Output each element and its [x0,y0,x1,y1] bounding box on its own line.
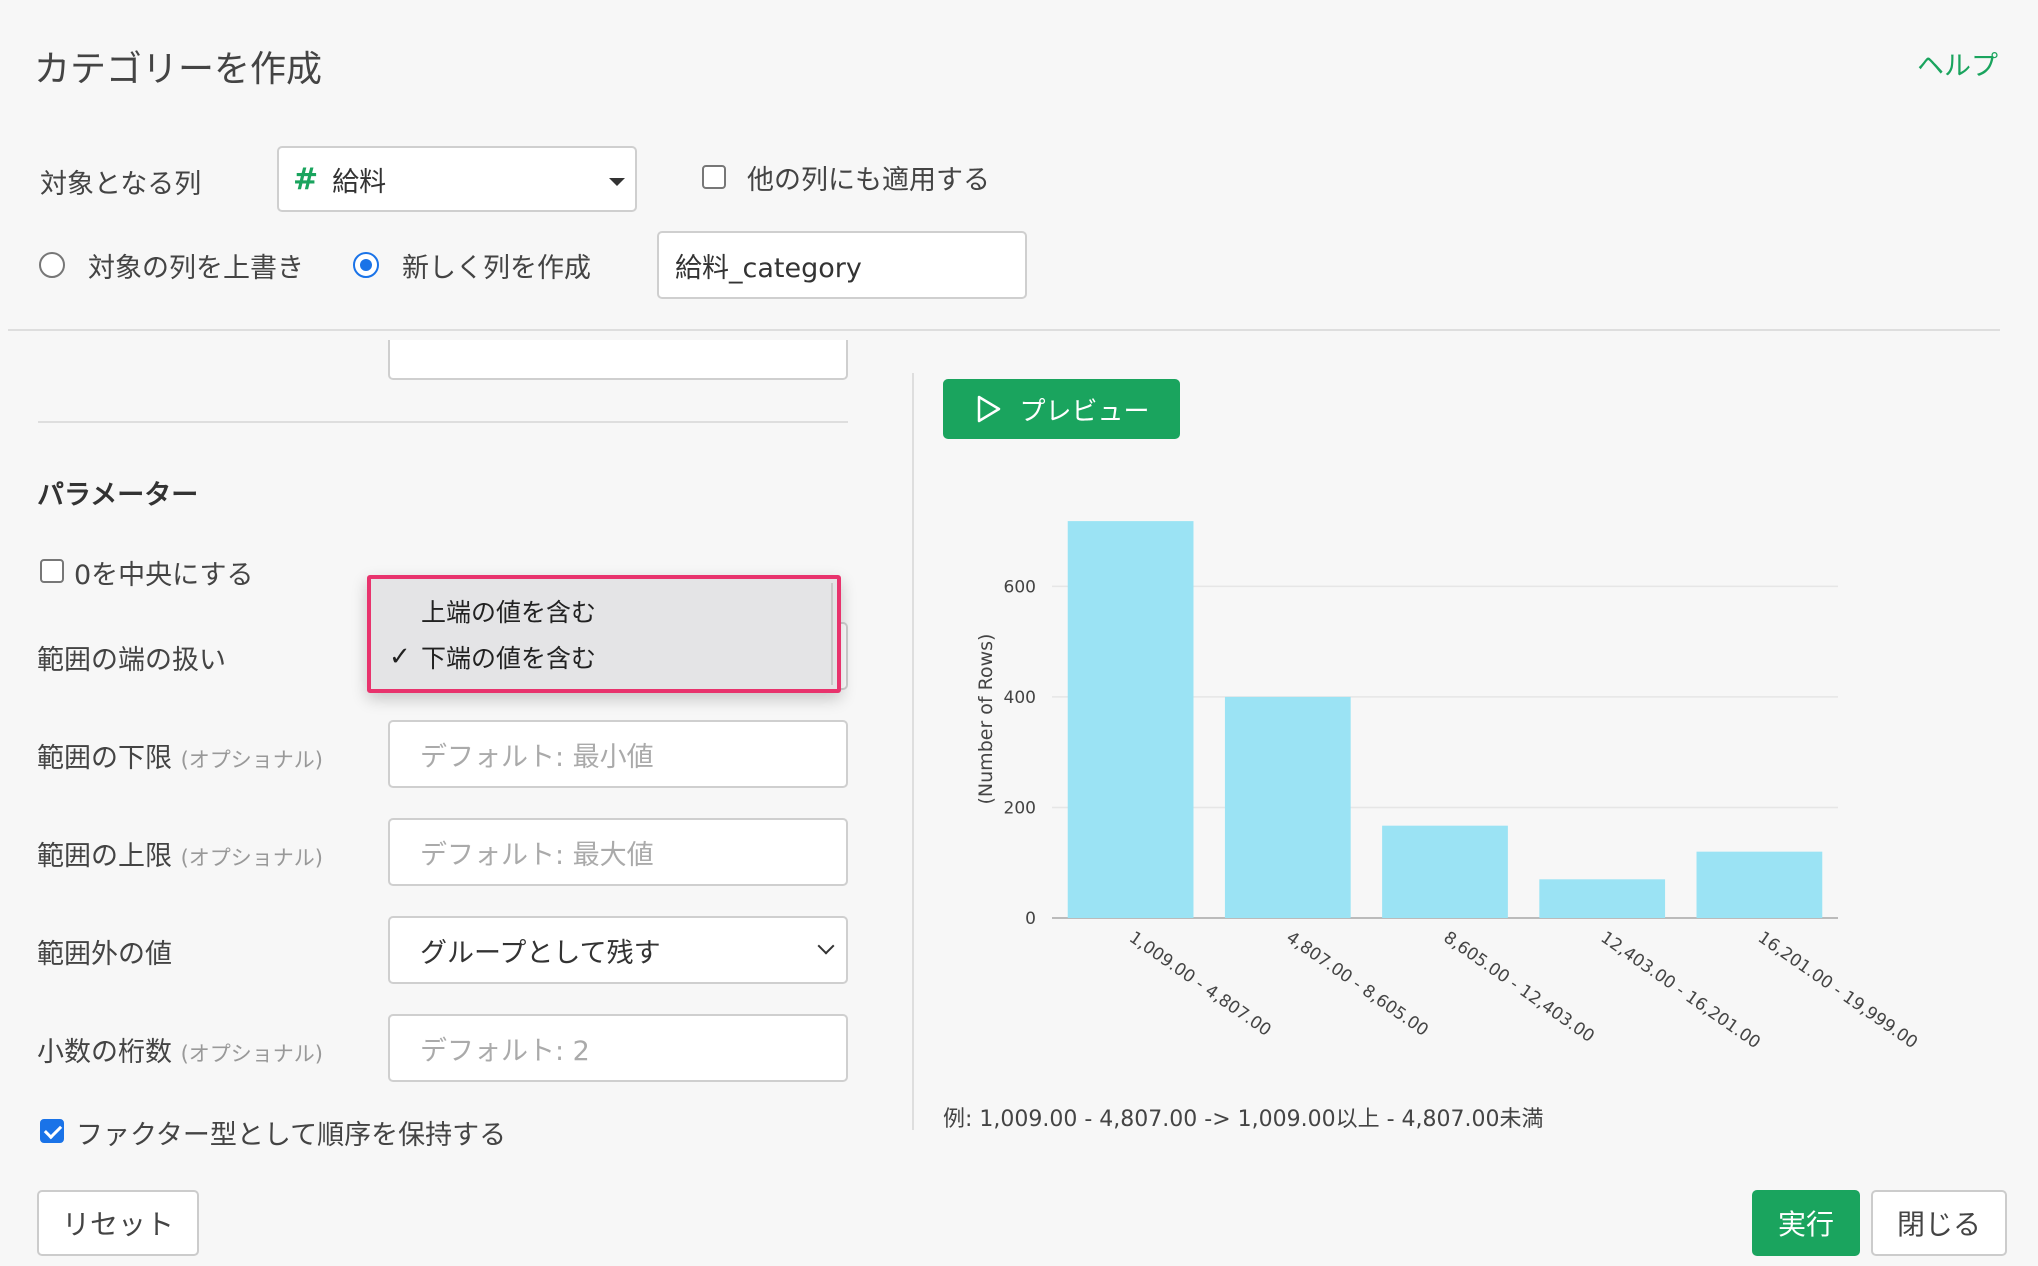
caret-down-icon [609,178,625,186]
run-button[interactable]: 実行 [1752,1190,1860,1256]
close-button[interactable]: 閉じる [1871,1190,2007,1256]
upper-bound-label: 範囲の上限 (オプショナル) [37,834,323,873]
chevron-down-icon [817,937,835,955]
histogram-bar[interactable] [1696,851,1823,918]
keep-order-label: ファクター型として順序を保持する [76,1120,507,1151]
y-tick-label: 0 [1025,909,1036,929]
number-type-icon: # [293,161,319,197]
histogram-chart: 0 200 400 600 1,009.00 - 4,807.00 4,807.00 -… [975,521,1921,1053]
histogram-bar[interactable] [1382,825,1508,918]
decimals-label-text: 小数の桁数 [37,1037,172,1068]
apply-other-columns-label: 他の列にも適用する [747,165,990,196]
x-tick-label: 12,403.00 - 16,201.00 [1597,928,1764,1053]
y-tick-label: 200 [1004,798,1036,818]
lower-bound-label-text: 範囲の下限 [37,743,172,774]
keep-order-checkbox[interactable] [40,1119,64,1143]
section-divider [38,421,848,423]
center-zero-label: 0を中央にする [74,560,254,591]
decimals-label: 小数の桁数 (オプショナル) [37,1030,323,1069]
outside-values-select[interactable]: グループとして残す [388,916,848,984]
example-note: 例: 1,009.00 - 4,807.00 -> 1,009.00以上 - 4… [943,1107,1544,1132]
y-tick-label: 600 [1004,577,1036,597]
preview-button[interactable]: プレビュー [943,379,1180,439]
x-tick-label: 1,009.00 - 4,807.00 [1125,928,1274,1041]
upper-bound-label-text: 範囲の上限 [37,841,172,872]
play-icon [978,395,1001,423]
new-column-label: 新しく列を作成 [402,253,591,284]
lower-bound-placeholder: デフォルト: 最小値 [420,741,654,773]
help-link[interactable]: ヘルプ [1917,44,1998,83]
histogram-bar[interactable] [1539,879,1666,918]
menu-item-include-lower[interactable]: ✓ 下端の値を含む [371,634,837,680]
menu-item-include-lower-label: 下端の値を含む [421,644,597,673]
outside-values-value: グループとして残す [420,937,661,969]
menu-item-include-upper[interactable]: 上端の値を含む [371,588,837,634]
apply-other-columns-checkbox[interactable] [702,165,726,189]
header-divider [8,329,2000,331]
overwrite-radio[interactable] [39,252,65,278]
parameters-heading: パラメーター [37,480,199,511]
checkmark-icon: ✓ [389,642,411,672]
outside-values-label: 範囲外の値 [37,939,172,970]
x-tick-label: 4,807.00 - 8,605.00 [1282,928,1431,1041]
decimals-placeholder: デフォルト: 2 [420,1035,590,1067]
lower-bound-input[interactable]: デフォルト: 最小値 [388,720,848,788]
new-column-radio[interactable] [353,252,379,278]
scrolled-field-remnant[interactable] [388,340,848,380]
histogram-bar[interactable] [1224,696,1351,918]
edge-handling-dropdown-menu: 上端の値を含む ✓ 下端の値を含む [367,575,841,693]
lower-bound-label: 範囲の下限 (オプショナル) [37,736,323,775]
center-zero-checkbox[interactable] [40,559,64,583]
reset-button[interactable]: リセット [37,1190,199,1256]
y-axis-label: (Number of Rows) [975,634,997,805]
menu-scrollbar [831,583,833,685]
x-tick-label: 8,605.00 - 12,403.00 [1440,928,1598,1047]
target-column-select[interactable]: # 給料 [277,146,637,212]
chart-y-ticks: 0 200 400 600 [1004,577,1036,929]
upper-bound-input[interactable]: デフォルト: 最大値 [388,818,848,886]
target-column-value: 給料 [332,166,387,198]
target-column-label: 対象となる列 [40,169,202,200]
new-column-name-input[interactable]: 給料_category [657,231,1027,299]
new-column-name-value: 給料_category [675,252,862,284]
edge-handling-label: 範囲の端の扱い [37,645,226,676]
panel-divider [912,373,914,1130]
chart-bars [1067,521,1823,918]
overwrite-label: 対象の列を上書き [88,253,304,284]
menu-item-include-upper-label: 上端の値を含む [421,598,597,627]
x-tick-label: 16,201.00 - 19,999.00 [1754,928,1921,1053]
dialog-title: カテゴリーを作成 [34,49,323,90]
lower-bound-optional: (オプショナル) [180,748,323,772]
histogram-bar[interactable] [1067,521,1194,918]
upper-bound-placeholder: デフォルト: 最大値 [420,839,654,871]
chart-x-ticks: 1,009.00 - 4,807.00 4,807.00 - 8,605.00 8,… [1125,928,1921,1053]
decimals-optional: (オプショナル) [180,1042,323,1066]
y-tick-label: 400 [1004,688,1036,708]
preview-button-label: プレビュー [1019,396,1150,427]
decimals-input[interactable]: デフォルト: 2 [388,1014,848,1082]
upper-bound-optional: (オプショナル) [180,846,323,870]
